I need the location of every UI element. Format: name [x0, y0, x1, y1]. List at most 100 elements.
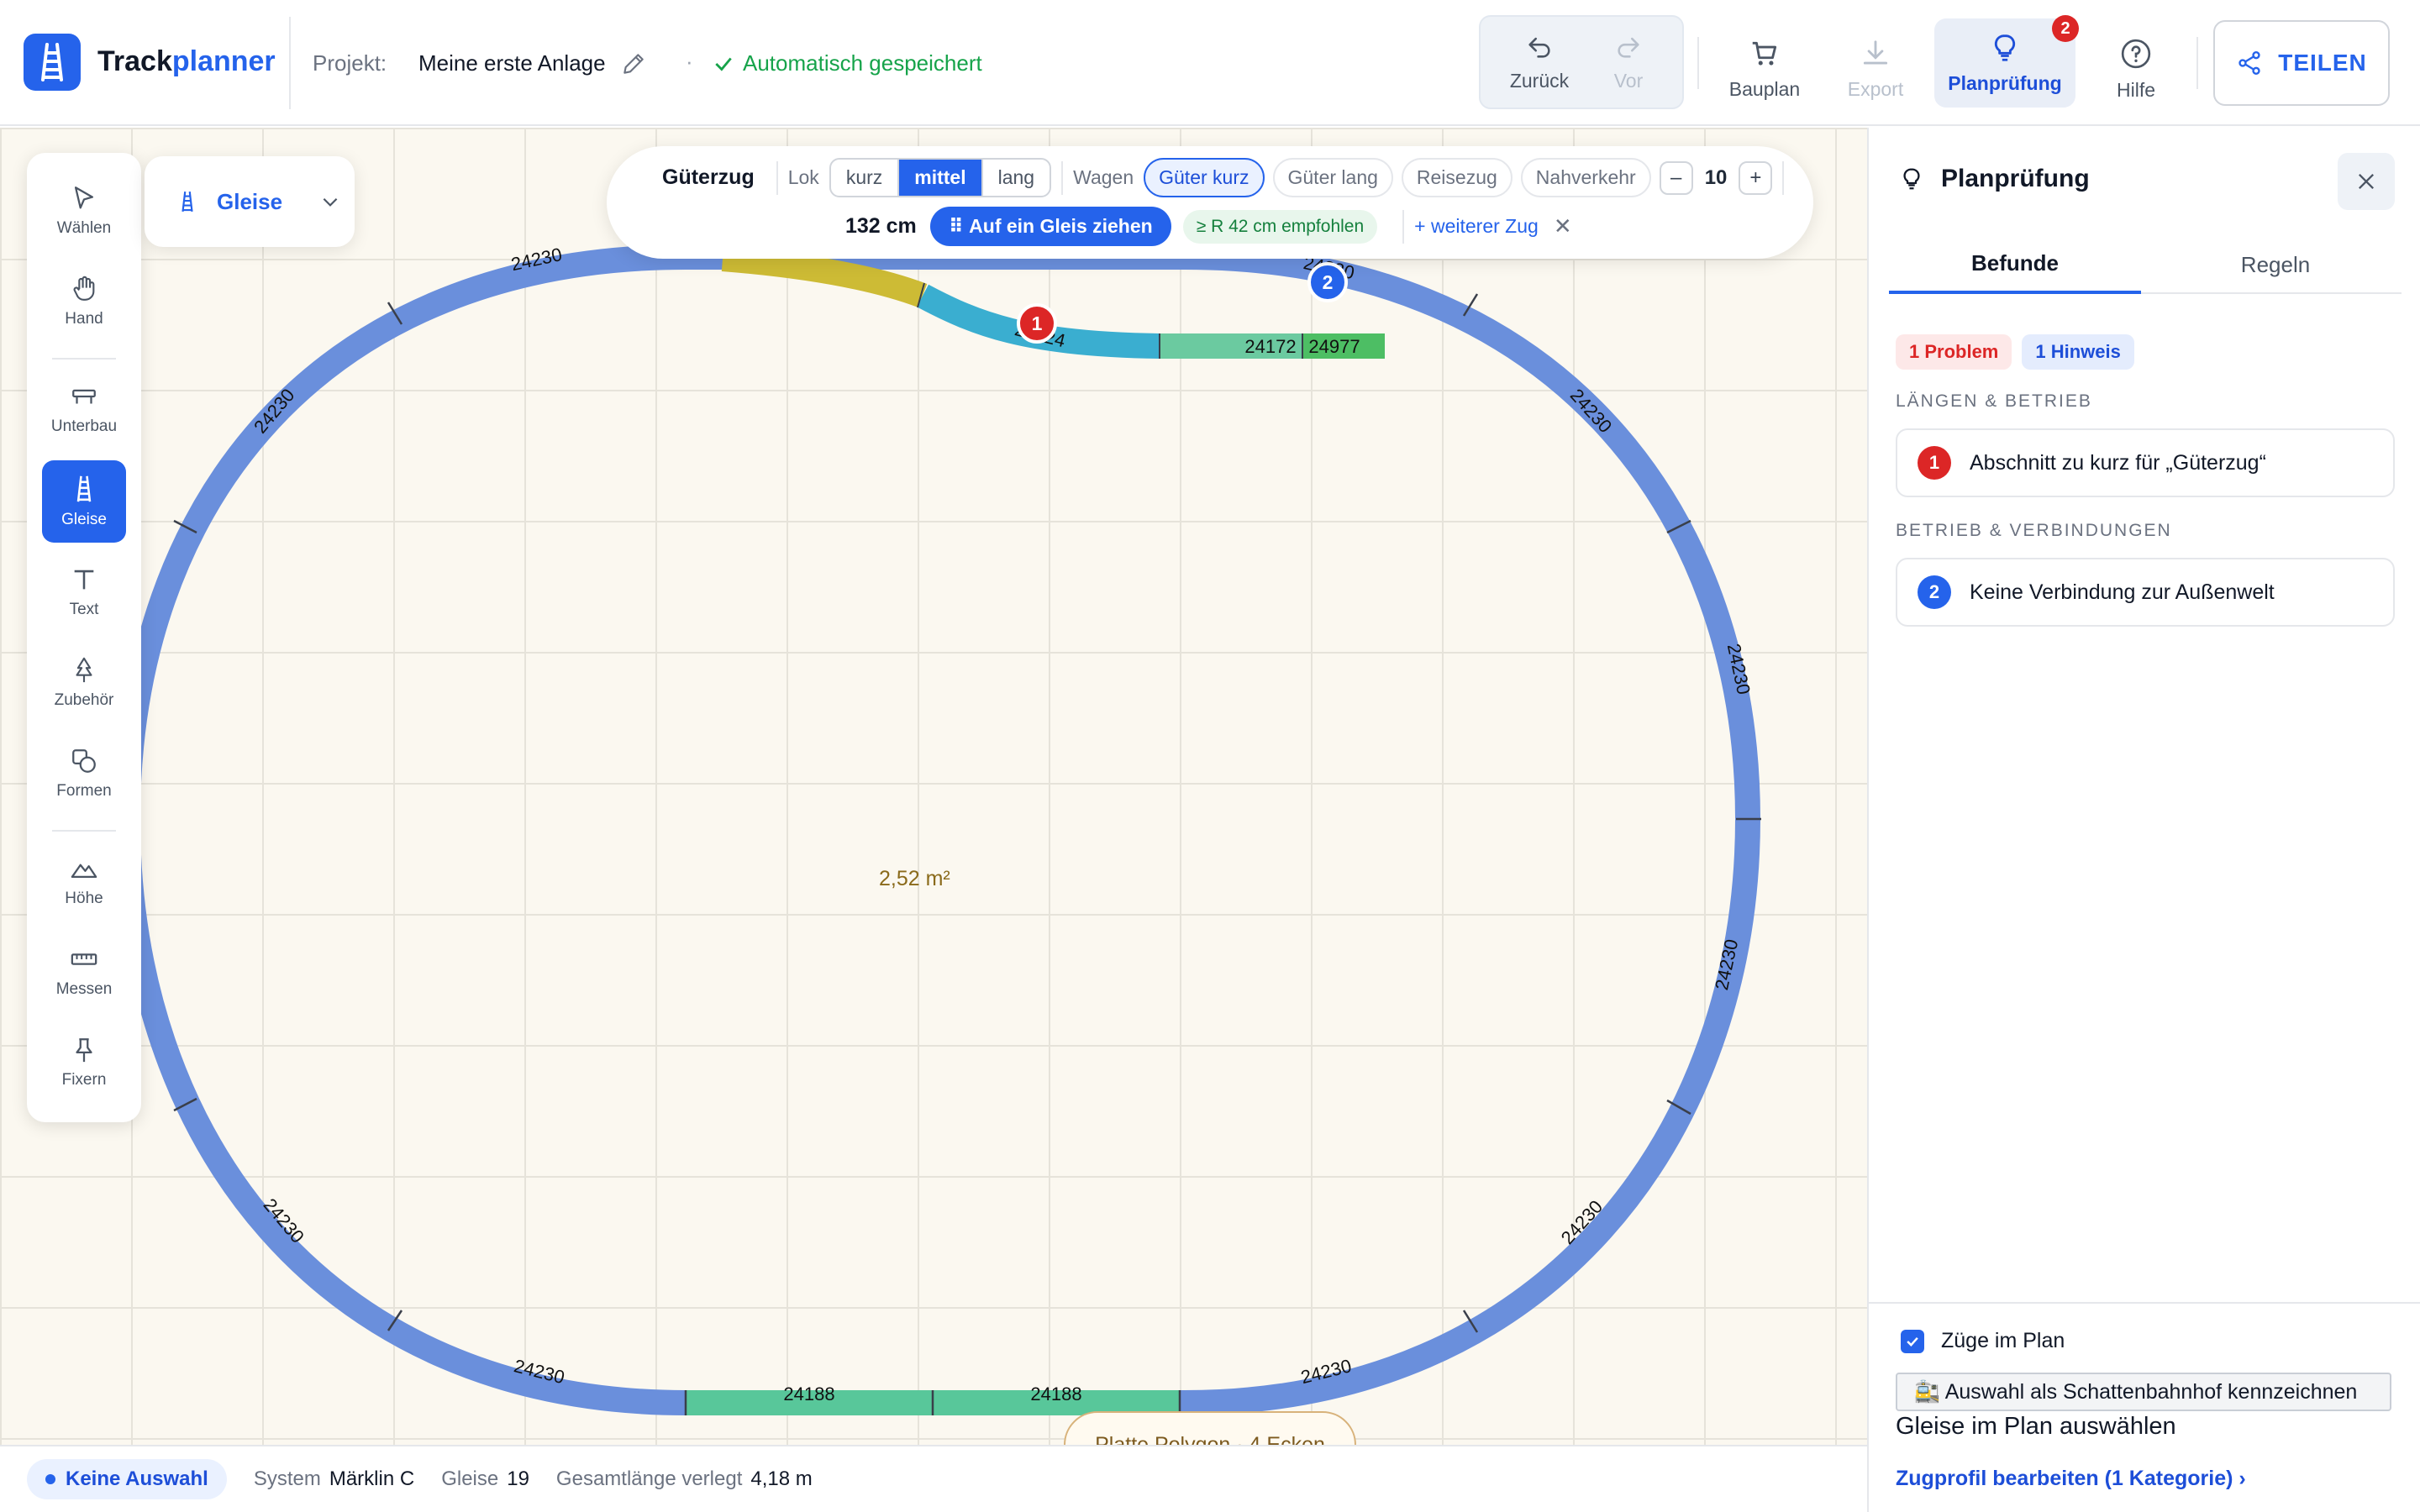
- save-status: Automatisch gespeichert: [713, 50, 982, 76]
- tool-gleise[interactable]: Gleise: [42, 460, 126, 543]
- lok-label: Lok: [787, 166, 819, 188]
- track-icon: [76, 475, 92, 502]
- finding-item[interactable]: 1 Abschnitt zu kurz für „Güterzug“: [1896, 428, 2395, 497]
- radius-recommendation: ≥ R 42 cm empfohlen: [1182, 209, 1378, 244]
- share-button[interactable]: TEILEN: [2213, 20, 2390, 106]
- tracks-value: 19: [507, 1467, 529, 1490]
- tool-hoehe[interactable]: Höhe: [42, 840, 126, 922]
- train-bar-row-bottom: 132 cm ⠿ Auf ein Gleis ziehen ≥ R 42 cm …: [845, 207, 1572, 246]
- wagen-label: Wagen: [1073, 166, 1134, 188]
- section-title: BETRIEB & VERBINDUNGEN: [1896, 521, 2172, 540]
- section-title: LÄNGEN & BETRIEB: [1896, 391, 2092, 411]
- tool-label: Höhe: [65, 890, 103, 907]
- checkbox-checked-icon[interactable]: [1901, 1329, 1924, 1353]
- close-panel-button[interactable]: [2338, 153, 2395, 210]
- drag-to-track-button[interactable]: ⠿ Auf ein Gleis ziehen: [929, 207, 1171, 246]
- tool-label: Wählen: [56, 219, 112, 237]
- tool-text[interactable]: Text: [42, 551, 126, 633]
- tool-select[interactable]: Wählen: [42, 170, 126, 252]
- length-label: Gesamtlänge verlegt: [555, 1467, 743, 1490]
- divider: [1061, 160, 1064, 195]
- divider: [776, 160, 778, 195]
- export-button[interactable]: Export: [1833, 22, 1918, 116]
- track-icon: [182, 191, 193, 213]
- lok-option-mittel[interactable]: mittel: [899, 160, 983, 196]
- undo-button[interactable]: Zurück: [1492, 15, 1586, 109]
- train-length: 132 cm: [845, 214, 917, 238]
- bauplan-button[interactable]: Bauplan: [1723, 22, 1807, 116]
- edit-train-profile-link[interactable]: Zugprofil bearbeiten (1 Kategorie) ›: [1896, 1467, 2246, 1491]
- problem-count-badge[interactable]: 1 Problem: [1896, 334, 2012, 370]
- selection-status[interactable]: Keine Auswahl: [27, 1459, 227, 1499]
- lok-option-lang[interactable]: lang: [983, 160, 1050, 196]
- trains-in-plan-toggle[interactable]: Züge im Plan: [1901, 1329, 2065, 1353]
- finding-text: Keine Verbindung zur Außenwelt: [1970, 580, 2275, 604]
- wagen-option-nahverkehr[interactable]: Nahverkehr: [1520, 158, 1651, 197]
- wagon-count-plus[interactable]: +: [1739, 160, 1773, 195]
- add-train-link[interactable]: + weiterer Zug: [1414, 215, 1539, 238]
- ruler-icon: [71, 953, 97, 965]
- wagon-count: 10: [1704, 165, 1728, 189]
- problem-marker[interactable]: 1: [1017, 303, 1057, 344]
- hint-marker[interactable]: 2: [1307, 262, 1348, 302]
- close-train-bar-icon[interactable]: ✕: [1554, 213, 1572, 239]
- tool-unterbau[interactable]: Unterbau: [42, 368, 126, 450]
- track-labels: 24230 24230 24230 24230 24230 24230 2423…: [250, 244, 1754, 1404]
- tab-regeln[interactable]: Regeln: [2149, 235, 2402, 294]
- planpruefung-label: Planprüfung: [1948, 71, 2062, 94]
- wagen-option-reisezug[interactable]: Reisezug: [1401, 158, 1512, 197]
- tool-messen[interactable]: Messen: [42, 931, 126, 1013]
- train-profile-bar: Güterzug Lok kurz mittel lang Wagen Güte…: [607, 146, 1813, 259]
- lightbulb-icon: [1994, 34, 2016, 61]
- export-label: Export: [1847, 77, 1904, 100]
- tool-separator: [52, 830, 116, 832]
- select-tracks-text: Gleise im Plan auswählen: [1896, 1413, 2176, 1440]
- layout-canvas[interactable]: 24230 24230 24230 24230 24230 24230 2423…: [0, 128, 1867, 1445]
- track-label: 24188: [1030, 1383, 1081, 1404]
- mark-shadow-station-button[interactable]: 🚉 Auswahl als Schattenbahnhof kennzeichn…: [1896, 1373, 2391, 1411]
- chevron-down-icon: [323, 197, 338, 207]
- trains-in-plan-label: Züge im Plan: [1941, 1329, 2065, 1352]
- bench-icon: [72, 389, 96, 404]
- share-icon: [2238, 51, 2260, 75]
- tool-zubehoer[interactable]: Zubehör: [42, 642, 126, 724]
- redo-icon: [1618, 37, 1639, 58]
- redo-label: Vor: [1613, 69, 1644, 92]
- help-label: Hilfe: [2116, 78, 2155, 101]
- tool-label: Messen: [55, 980, 113, 998]
- track-joints: [173, 293, 1761, 1415]
- tab-befunde[interactable]: Befunde: [1889, 235, 2141, 294]
- check-icon: [715, 57, 732, 71]
- finding-number: 2: [1918, 575, 1951, 609]
- track-layout[interactable]: 24230 24230 24230 24230 24230 24230 2423…: [0, 128, 1867, 1445]
- layer-dropdown-label: Gleise: [217, 188, 283, 214]
- app-logo: [24, 34, 81, 91]
- selection-status-text: Keine Auswahl: [66, 1467, 208, 1490]
- wagen-option-gueter-lang[interactable]: Güter lang: [1272, 158, 1393, 197]
- help-button[interactable]: Hilfe: [2094, 22, 2178, 116]
- track-logo-icon: [41, 43, 63, 81]
- layer-dropdown[interactable]: Gleise: [145, 156, 355, 247]
- plate-shape-label[interactable]: Platte Polygon · 4 Ecken: [1064, 1411, 1356, 1445]
- tool-fixern[interactable]: Fixern: [42, 1021, 126, 1104]
- redo-button[interactable]: Vor: [1586, 15, 1670, 109]
- lok-length-selector: kurz mittel lang: [829, 158, 1052, 197]
- panel-title: Planprüfung: [1899, 165, 2090, 193]
- download-icon: [1863, 39, 1888, 65]
- lightbulb-icon: [1903, 168, 1920, 190]
- project-name[interactable]: Meine erste Anlage: [418, 50, 606, 76]
- tool-formen[interactable]: Formen: [42, 732, 126, 815]
- train-title: Güterzug: [662, 165, 755, 189]
- hint-count-badge[interactable]: 1 Hinweis: [2022, 334, 2134, 370]
- track-oval[interactable]: [114, 244, 1761, 1415]
- lok-option-kurz[interactable]: kurz: [831, 160, 900, 196]
- track-label: 24172: [1244, 336, 1296, 357]
- tool-hand[interactable]: Hand: [42, 260, 126, 343]
- wagon-count-minus[interactable]: –: [1659, 160, 1693, 195]
- status-dot: [45, 1474, 55, 1484]
- wagen-option-gueter-kurz[interactable]: Güter kurz: [1144, 158, 1265, 197]
- edit-pencil-icon[interactable]: [620, 50, 647, 81]
- tool-label: Text: [69, 601, 99, 618]
- finding-text: Abschnitt zu kurz für „Güterzug“: [1970, 450, 2266, 475]
- finding-item[interactable]: 2 Keine Verbindung zur Außenwelt: [1896, 558, 2395, 627]
